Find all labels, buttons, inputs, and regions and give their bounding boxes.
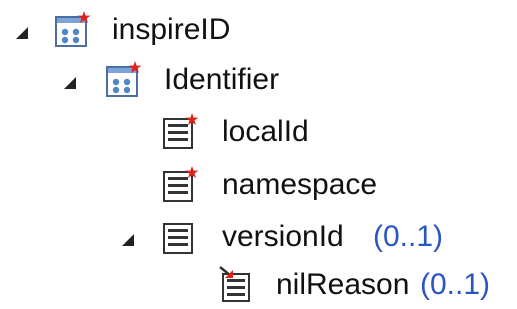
expand-triangle-icon[interactable] (62, 75, 78, 91)
schema-tree: inspireID Identifier localId namespace v… (0, 0, 517, 307)
node-label: Identifier (164, 63, 280, 96)
node-label: namespace (222, 168, 378, 201)
node-label: localId (222, 115, 309, 148)
tree-row-localid[interactable]: localId (0, 110, 360, 156)
complex-type-required-icon (106, 61, 142, 97)
node-label: nilReason (276, 268, 410, 301)
tree-row-namespace[interactable]: namespace (0, 163, 420, 209)
expand-triangle-icon[interactable] (14, 25, 30, 41)
node-label: inspireID (112, 13, 231, 46)
attribute-required-icon (163, 166, 199, 202)
node-label: versionId (222, 220, 344, 253)
expand-triangle-icon[interactable] (120, 232, 136, 248)
multiplicity-label: (0..1) (420, 268, 491, 301)
multiplicity-label: (0..1) (373, 220, 444, 253)
tree-row-inspireid[interactable]: inspireID (0, 8, 300, 54)
xml-attribute-icon (219, 266, 250, 302)
attribute-required-icon (163, 113, 199, 149)
complex-type-required-icon (55, 11, 91, 47)
attribute-icon (163, 223, 193, 254)
tree-row-identifier[interactable]: Identifier (0, 58, 320, 104)
tree-row-nilreason[interactable]: nilReason (0..1) (0, 263, 517, 309)
tree-row-versionid[interactable]: versionId (0..1) (0, 215, 470, 261)
